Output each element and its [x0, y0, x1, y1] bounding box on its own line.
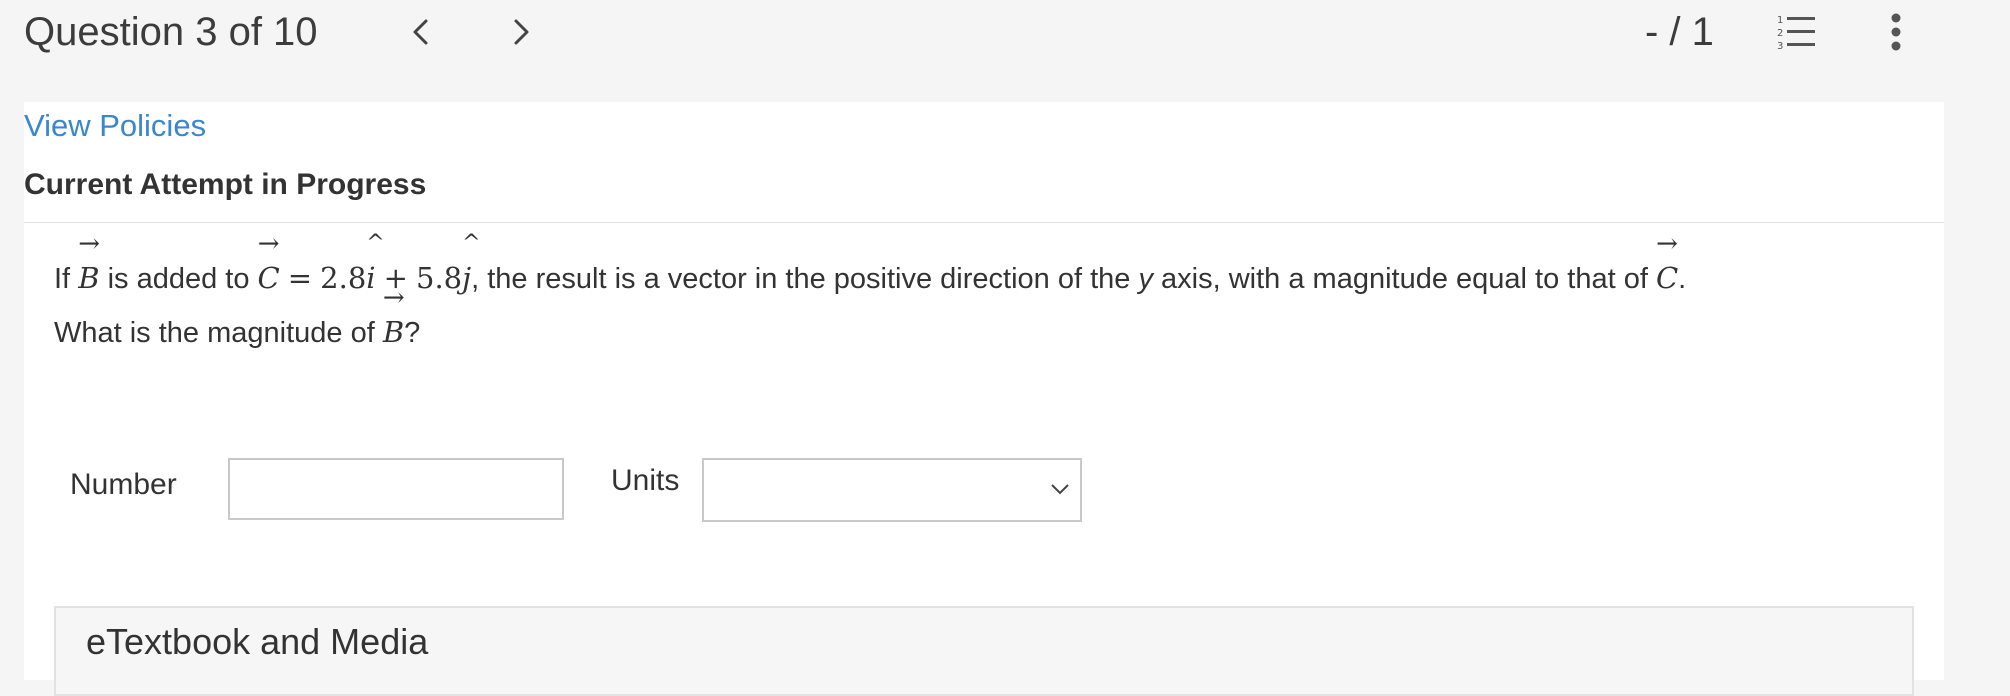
view-policies-link[interactable]: View Policies — [24, 106, 206, 146]
chevron-down-icon — [1051, 484, 1069, 495]
vector-b-symbol: B — [382, 315, 405, 349]
unit-i-symbol: i — [366, 261, 376, 295]
text-axis: axis, with a magnitude equal to that of — [1161, 263, 1648, 295]
text-period: . — [1678, 263, 1687, 295]
etextbook-media-panel[interactable]: eTextbook and Media — [54, 606, 1914, 696]
chevron-right-icon — [514, 19, 529, 45]
units-dropdown[interactable] — [702, 458, 1082, 522]
text-result: , the result is a vector in the positive… — [471, 263, 1131, 295]
vector-b: → B — [78, 231, 100, 305]
text-question-mark: ? — [404, 317, 421, 349]
axis-variable: y — [1138, 263, 1153, 295]
equals-sign: = — [287, 261, 313, 295]
hat-mark: ^ — [462, 231, 481, 256]
previous-question-button[interactable] — [398, 12, 442, 52]
more-vertical-icon — [1891, 13, 1901, 51]
etextbook-media-title: eTextbook and Media — [86, 621, 429, 662]
number-input[interactable] — [228, 458, 564, 520]
vector-c-symbol: C — [257, 261, 280, 295]
more-options-button[interactable] — [1876, 10, 1916, 54]
next-question-button[interactable] — [500, 12, 544, 52]
vector-arrow: → — [78, 229, 100, 259]
question-prompt: If → B is added to → C = 2.8 ^ i + 5.8 ^ j, th… — [54, 231, 1914, 360]
vector-arrow: → — [1656, 229, 1678, 259]
unit-vector-j: ^ j — [462, 233, 480, 305]
vector-arrow: → — [257, 229, 280, 259]
question-list-button[interactable]: 1 2 3 — [1772, 10, 1822, 54]
attempt-status-heading: Current Attempt in Progress — [24, 168, 427, 201]
units-label: Units — [611, 464, 680, 497]
svg-text:1: 1 — [1777, 15, 1783, 26]
text-if: If — [54, 263, 71, 295]
svg-text:3: 3 — [1777, 41, 1783, 52]
text-what: What is the magnitude of — [54, 317, 375, 349]
numbered-list-icon: 1 2 3 — [1777, 15, 1815, 52]
hat-mark: ^ — [366, 231, 385, 256]
unit-vector-i: ^ i — [366, 233, 384, 305]
question-card: View Policies Current Attempt in Progres… — [24, 102, 1944, 696]
unit-j-symbol: j — [462, 261, 472, 295]
vector-arrow: → — [382, 283, 405, 313]
text-added-to: is added to — [107, 263, 250, 295]
coefficient-i: 2.8 — [320, 261, 367, 295]
number-label: Number — [70, 468, 177, 501]
vector-b: → B — [382, 285, 405, 359]
vector-c-symbol: C — [1655, 261, 1679, 295]
svg-text:2: 2 — [1777, 28, 1783, 39]
vector-c: → C — [257, 231, 280, 305]
question-counter: Question 3 of 10 — [24, 10, 318, 54]
vector-b-symbol: B — [78, 261, 100, 295]
top-bar: Question 3 of 10 - / 1 1 2 3 — [0, 0, 2010, 102]
vector-c: → C — [1655, 231, 1679, 305]
chevron-left-icon — [413, 19, 428, 45]
section-divider — [24, 222, 1944, 223]
question-score: - / 1 — [1645, 10, 1714, 54]
coefficient-j: 5.8 — [416, 261, 463, 295]
